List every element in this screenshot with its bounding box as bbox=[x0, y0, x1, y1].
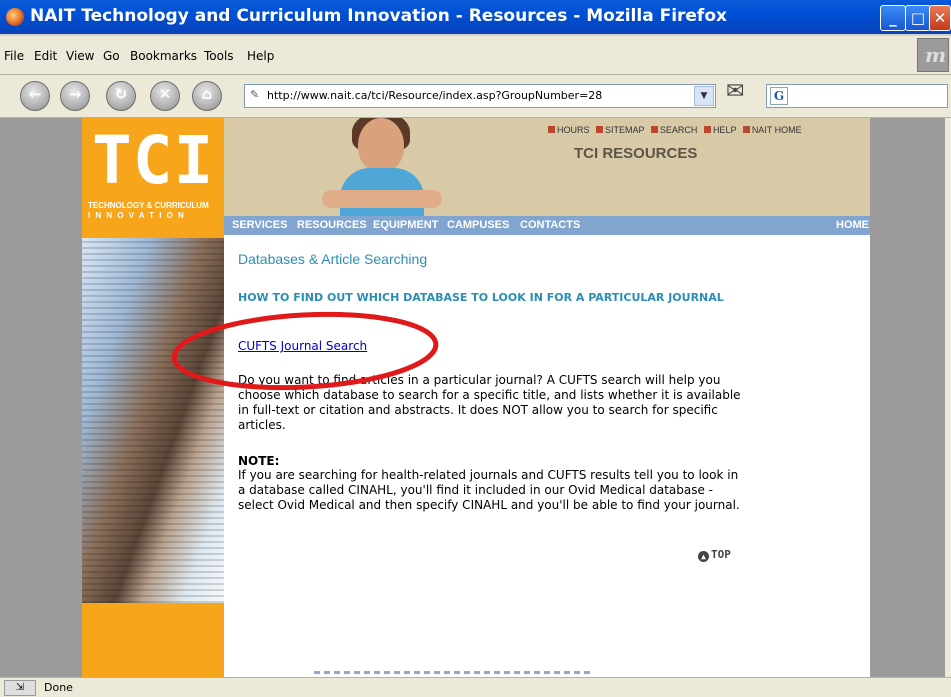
url-bar[interactable]: ✎ http://www.nait.ca/tci/Resource/index.… bbox=[244, 84, 716, 108]
back-button[interactable]: ← bbox=[20, 81, 50, 111]
minimize-button[interactable]: _ bbox=[880, 5, 906, 31]
top-link-help[interactable]: HELP bbox=[713, 125, 736, 135]
header-banner: HOURS SITEMAP SEARCH HELP NAIT HOME TCI … bbox=[224, 118, 870, 216]
reload-button[interactable]: ↻ bbox=[106, 81, 136, 111]
logo-subtitle-innovation: INNOVATION bbox=[88, 211, 190, 220]
up-arrow-icon: ▲ bbox=[698, 551, 709, 562]
throbber-icon: m bbox=[917, 38, 949, 72]
top-links: HOURS SITEMAP SEARCH HELP NAIT HOME bbox=[544, 125, 802, 135]
building-photo bbox=[82, 238, 224, 603]
firefox-icon bbox=[6, 8, 24, 26]
top-link-nait-home[interactable]: NAIT HOME bbox=[752, 125, 802, 135]
forward-button[interactable]: → bbox=[60, 81, 90, 111]
description-paragraph: Do you want to find articles in a partic… bbox=[238, 373, 741, 432]
page-icon: ✎ bbox=[250, 88, 260, 101]
page-heading: Databases & Article Searching bbox=[238, 251, 428, 267]
site-nav: SERVICES RESOURCES EQUIPMENT CAMPUSES CO… bbox=[224, 216, 870, 235]
note-paragraph: If you are searching for health-related … bbox=[238, 468, 740, 512]
menu-bookmarks[interactable]: Bookmarks bbox=[130, 49, 197, 63]
nav-resources[interactable]: RESOURCES bbox=[297, 219, 367, 231]
logo-subtitle: TECHNOLOGY & CURRICULUM bbox=[88, 201, 209, 210]
tci-logo[interactable]: TCI bbox=[92, 126, 214, 196]
menu-help[interactable]: Help bbox=[247, 49, 274, 63]
home-button[interactable]: ⌂ bbox=[192, 81, 222, 111]
back-arrow-icon: ← bbox=[28, 85, 42, 103]
top-link-hours[interactable]: HOURS bbox=[557, 125, 590, 135]
menu-view[interactable]: View bbox=[66, 49, 94, 63]
connection-icon: ⇲ bbox=[4, 680, 36, 696]
stop-icon: ✕ bbox=[158, 85, 172, 103]
left-banner: TCI TECHNOLOGY & CURRICULUM INNOVATION bbox=[82, 118, 224, 677]
window-title: NAIT Technology and Curriculum Innovatio… bbox=[30, 6, 727, 26]
google-icon[interactable]: G bbox=[770, 87, 788, 105]
url-text: http://www.nait.ca/tci/Resource/index.as… bbox=[267, 89, 603, 102]
stop-button[interactable]: ✕ bbox=[150, 81, 180, 111]
status-bar: ⇲ Done bbox=[0, 677, 951, 697]
faint-footer-text bbox=[314, 671, 594, 674]
title-bar: NAIT Technology and Curriculum Innovatio… bbox=[0, 0, 951, 34]
cufts-journal-search-link[interactable]: CUFTS Journal Search bbox=[238, 339, 367, 353]
nav-contacts[interactable]: CONTACTS bbox=[520, 219, 580, 231]
reload-icon: ↻ bbox=[114, 85, 128, 103]
top-link-search[interactable]: SEARCH bbox=[660, 125, 698, 135]
search-input[interactable]: G bbox=[766, 84, 948, 108]
back-to-top-link[interactable]: ▲ TOP bbox=[698, 548, 731, 562]
print-icon[interactable]: ✉ bbox=[726, 79, 744, 104]
howto-heading: HOW TO FIND OUT WHICH DATABASE TO LOOK I… bbox=[238, 291, 724, 304]
forward-arrow-icon: → bbox=[68, 85, 82, 103]
main-content: Databases & Article Searching HOW TO FIN… bbox=[224, 235, 870, 677]
menu-tools[interactable]: Tools bbox=[204, 49, 234, 63]
menu-edit[interactable]: Edit bbox=[34, 49, 57, 63]
nav-campuses[interactable]: CAMPUSES bbox=[447, 219, 509, 231]
top-link-sitemap[interactable]: SITEMAP bbox=[605, 125, 644, 135]
vertical-scrollbar[interactable] bbox=[944, 118, 951, 677]
note-heading: NOTE: bbox=[238, 454, 280, 468]
nav-services[interactable]: SERVICES bbox=[232, 219, 287, 231]
menu-bar: File Edit View Go Bookmarks Tools Help m bbox=[0, 36, 951, 75]
nav-equipment[interactable]: EQUIPMENT bbox=[373, 219, 438, 231]
navigation-toolbar: ← → ↻ ✕ ⌂ ✎ http://www.nait.ca/tci/Resou… bbox=[0, 75, 951, 118]
nav-home[interactable]: HOME bbox=[836, 219, 869, 231]
status-text: Done bbox=[44, 681, 73, 694]
url-dropdown-button[interactable]: ▼ bbox=[694, 86, 714, 106]
section-title: TCI RESOURCES bbox=[574, 145, 698, 162]
maximize-button[interactable]: □ bbox=[905, 5, 931, 31]
close-button[interactable]: ✕ bbox=[929, 5, 951, 31]
home-icon: ⌂ bbox=[201, 85, 213, 103]
menu-go[interactable]: Go bbox=[103, 49, 120, 63]
menu-file[interactable]: File bbox=[4, 49, 24, 63]
header-photo bbox=[322, 118, 442, 216]
page-viewport: TCI TECHNOLOGY & CURRICULUM INNOVATION H… bbox=[0, 118, 944, 677]
